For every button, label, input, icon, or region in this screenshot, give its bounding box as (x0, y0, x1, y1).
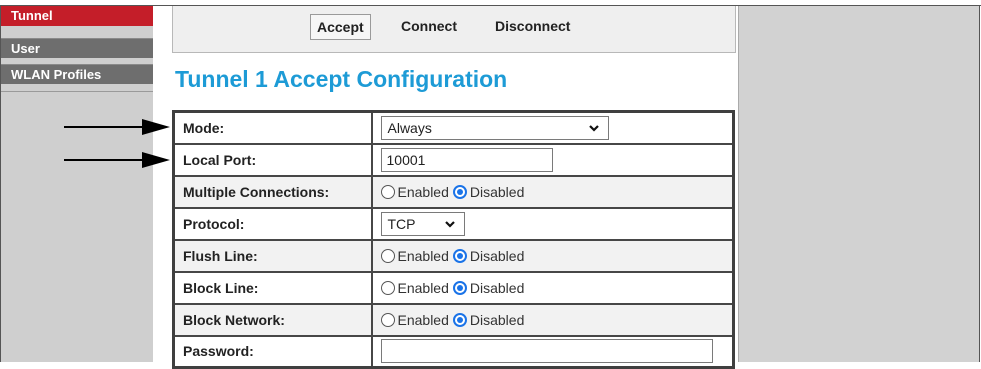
password-input[interactable] (380, 339, 713, 364)
multiple-connections-label: Multiple Connections: (172, 174, 373, 209)
block-network-cell: Enabled Disabled (370, 302, 735, 337)
flush-line-enabled-radio[interactable] (380, 248, 395, 263)
flush-line-disabled-radio[interactable] (452, 248, 467, 263)
multiple-connections-radio-group: Enabled Disabled (380, 183, 529, 200)
enabled-label: Enabled (397, 247, 449, 264)
table-row: Local Port: 10001 (172, 142, 735, 177)
table-row: Protocol: TCP (172, 206, 735, 241)
arrow-right-icon (64, 152, 170, 168)
mode-label: Mode: (172, 110, 373, 145)
tab-accept[interactable]: Accept (310, 14, 371, 40)
disabled-label: Disabled (469, 311, 525, 328)
chevron-down-icon (444, 220, 455, 228)
sidebar-item-user[interactable]: User (1, 38, 153, 58)
enabled-label: Enabled (397, 311, 449, 328)
flush-line-label: Flush Line: (172, 238, 373, 273)
tab-connect[interactable]: Connect (401, 14, 457, 40)
sidebar-item-wlan-profiles[interactable]: WLAN Profiles (1, 64, 153, 84)
block-line-radio-group: Enabled Disabled (380, 279, 529, 296)
multiple-connections-disabled-radio[interactable] (452, 184, 467, 199)
disabled-label: Disabled (469, 279, 525, 296)
password-label: Password: (172, 334, 373, 369)
tab-disconnect[interactable]: Disconnect (495, 14, 570, 40)
sidebar-separator (1, 91, 153, 92)
table-row: Multiple Connections: Enabled Disabled (172, 174, 735, 209)
disabled-label: Disabled (469, 183, 525, 200)
protocol-label: Protocol: (172, 206, 373, 241)
password-cell (370, 334, 735, 369)
multiple-connections-cell: Enabled Disabled (370, 174, 735, 209)
protocol-select-value: TCP (387, 215, 416, 232)
frame-right-line (979, 5, 980, 362)
block-network-label: Block Network: (172, 302, 373, 337)
mode-select-value: Always (387, 119, 432, 136)
table-row: Block Line: Enabled Disabled (172, 270, 735, 305)
enabled-label: Enabled (397, 183, 449, 200)
block-network-disabled-radio[interactable] (452, 312, 467, 327)
multiple-connections-enabled-radio[interactable] (380, 184, 395, 199)
sidebar: Tunnel User WLAN Profiles (1, 6, 153, 362)
tab-bar: Accept Connect Disconnect (172, 6, 736, 53)
block-network-enabled-radio[interactable] (380, 312, 395, 327)
mode-select[interactable]: Always (380, 115, 609, 140)
sidebar-item-tunnel[interactable]: Tunnel (1, 6, 153, 26)
block-network-radio-group: Enabled Disabled (380, 311, 529, 328)
flush-line-cell: Enabled Disabled (370, 238, 735, 273)
table-row: Mode: Always (172, 110, 735, 145)
block-line-disabled-radio[interactable] (452, 280, 467, 295)
enabled-label: Enabled (397, 279, 449, 296)
local-port-label: Local Port: (172, 142, 373, 177)
table-row: Block Network: Enabled Disabled (172, 302, 735, 337)
chevron-down-icon (588, 124, 599, 132)
protocol-cell: TCP (370, 206, 735, 241)
mode-cell: Always (370, 110, 735, 145)
local-port-input[interactable]: 10001 (380, 147, 553, 172)
flush-line-radio-group: Enabled Disabled (380, 247, 529, 264)
block-line-cell: Enabled Disabled (370, 270, 735, 305)
disabled-label: Disabled (469, 247, 525, 264)
page-title: Tunnel 1 Accept Configuration (175, 66, 508, 92)
block-line-enabled-radio[interactable] (380, 280, 395, 295)
config-table: Mode: Always Local Port: 10001 Multiple … (172, 110, 735, 369)
right-panel (738, 6, 979, 362)
local-port-cell: 10001 (370, 142, 735, 177)
table-row: Password: (172, 334, 735, 369)
block-line-label: Block Line: (172, 270, 373, 305)
protocol-select[interactable]: TCP (380, 211, 465, 236)
table-row: Flush Line: Enabled Disabled (172, 238, 735, 273)
arrow-right-icon (64, 119, 170, 135)
